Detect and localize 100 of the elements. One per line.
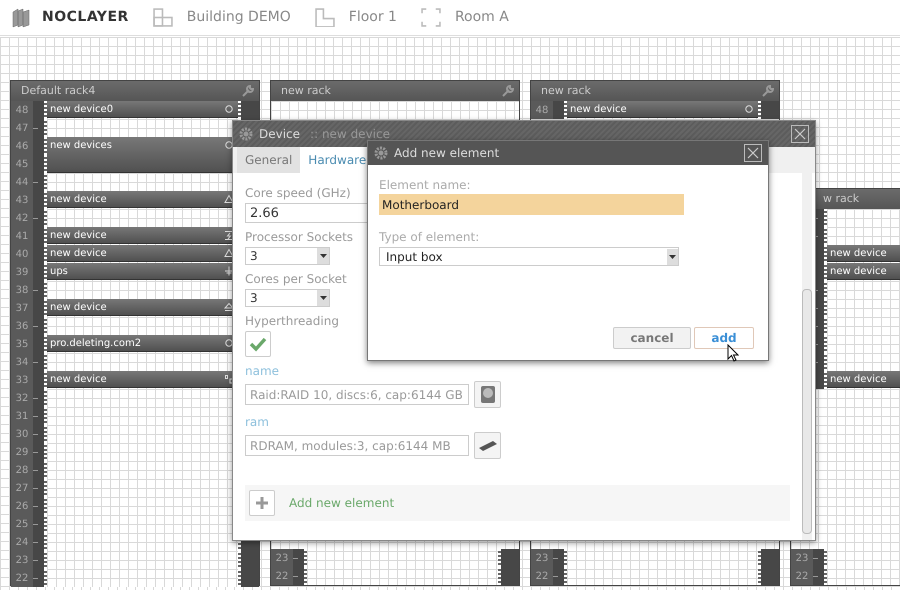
device-name: new device — [50, 193, 107, 206]
building-icon — [152, 8, 173, 27]
device-name: new device — [50, 301, 107, 314]
unit-number: 30 — [11, 425, 33, 443]
checkmark-icon — [249, 336, 267, 352]
breadcrumb-link[interactable]: Room A — [420, 7, 509, 28]
unit-number: 48 — [11, 101, 33, 119]
device-name: new device — [830, 265, 887, 278]
element-type-select[interactable]: Input box — [379, 247, 679, 266]
field-label: Processor Sockets — [245, 229, 354, 245]
field-label: Element name: — [379, 177, 471, 193]
rack-title: new rack — [541, 82, 591, 99]
unit-number: 32 — [11, 389, 33, 407]
unit-number: 26 — [11, 497, 33, 515]
device-name: new device — [50, 229, 107, 242]
component-field[interactable]: RDRAM, modules:3, cap:6144 MB — [245, 435, 469, 456]
select-field[interactable]: 3 — [245, 289, 330, 307]
unit-number: 41 — [11, 227, 33, 245]
gear-icon — [374, 146, 388, 160]
unit-number: 22 — [531, 567, 553, 585]
unit-number: 28 — [11, 461, 33, 479]
unit-number: 44 — [11, 173, 33, 191]
unit-number: 33 — [11, 371, 33, 389]
unit-number: 29 — [11, 443, 33, 461]
unit-number: 39 — [11, 263, 33, 281]
unit-number: 43 — [11, 191, 33, 209]
field-label: Cores per Socket — [245, 271, 347, 287]
unit-number: 23 — [11, 551, 33, 569]
field-label: Type of element: — [379, 229, 480, 245]
unit-number: 22 — [271, 567, 293, 585]
checkbox[interactable] — [245, 331, 271, 357]
unit-number: 47 — [11, 119, 33, 137]
device-name: new device — [830, 247, 887, 260]
device-name: new devices — [50, 139, 112, 152]
memory-module-icon — [478, 440, 498, 452]
unit-number: 23 — [531, 549, 553, 567]
breadcrumb-link[interactable]: Floor 1 — [314, 7, 397, 28]
unit-number: 45 — [11, 155, 33, 173]
hard-disk-button[interactable] — [474, 381, 501, 408]
dialog-tab[interactable]: General — [237, 147, 300, 173]
device-name: pro.deleting.com2 — [50, 337, 142, 350]
room-icon — [420, 8, 441, 27]
device-name: new device — [50, 373, 107, 386]
unit-number: 37 — [11, 299, 33, 317]
wrench-icon[interactable] — [501, 84, 515, 98]
component-field[interactable]: Raid:RAID 10, discs:6, cap:6144 GB — [245, 384, 469, 405]
add-button[interactable]: add — [694, 327, 754, 349]
add-button[interactable] — [249, 490, 275, 516]
rack-title: w rack — [823, 190, 860, 207]
element-name-field[interactable]: Motherboard — [379, 194, 684, 215]
unit-number: 35 — [11, 335, 33, 353]
floor-icon — [314, 8, 335, 27]
memory-module-button[interactable] — [474, 432, 501, 459]
unit-number: 38 — [11, 281, 33, 299]
field-label: Hyperthreading — [245, 313, 339, 329]
breadcrumb-link[interactable]: Building DEMO — [152, 7, 291, 28]
unit-number: 23 — [791, 549, 813, 567]
rack-device[interactable]: new device — [567, 101, 758, 118]
dialog-subtitle: :: new device — [310, 126, 390, 143]
plus-icon — [256, 497, 268, 509]
unit-number: 36 — [11, 317, 33, 335]
unit-number: 22 — [11, 569, 33, 587]
device-name: new device — [830, 373, 887, 386]
rack-rail — [564, 101, 567, 119]
rack-rail — [758, 101, 761, 119]
dropdown-arrow-icon — [320, 254, 326, 258]
scrollbar[interactable] — [802, 173, 812, 540]
wrench-icon[interactable] — [241, 84, 255, 98]
dialog-title: Add new element — [394, 145, 500, 162]
close-button[interactable] — [791, 125, 809, 143]
unit-number: 27 — [11, 479, 33, 497]
gear-icon — [239, 127, 253, 141]
unit-number: 34 — [11, 353, 33, 371]
device-name: ups — [50, 265, 68, 278]
logo-text: NOCLAYER — [42, 8, 129, 27]
unit-number: 48 — [531, 101, 553, 119]
rack-title: new rack — [281, 82, 331, 99]
unit-number: 24 — [11, 533, 33, 551]
field-label: Core speed (GHz) — [245, 185, 351, 201]
rack-device[interactable]: new device — [827, 263, 900, 280]
dropdown-arrow-icon — [669, 254, 676, 258]
unit-number: 25 — [11, 515, 33, 533]
close-button[interactable] — [744, 144, 762, 162]
unit-number: 46 — [11, 137, 33, 155]
unit-number: 40 — [11, 245, 33, 263]
wrench-icon[interactable] — [761, 84, 775, 98]
device-name: new device0 — [50, 103, 114, 116]
device-name: new device — [50, 247, 107, 260]
unit-number: 22 — [791, 567, 813, 585]
cancel-button[interactable]: cancel — [613, 327, 691, 349]
rack-device[interactable]: new device — [827, 371, 900, 388]
device-name: new device — [570, 103, 627, 116]
field-label: ram — [245, 414, 269, 430]
select-field[interactable]: 3 — [245, 247, 330, 265]
rack-device[interactable]: new device — [827, 245, 900, 262]
rack-post — [553, 101, 564, 119]
rack-device[interactable]: new device0 — [47, 101, 238, 118]
unit-number: 42 — [11, 209, 33, 227]
dialog-title: Device — [259, 126, 300, 143]
logo-icon — [12, 8, 30, 28]
